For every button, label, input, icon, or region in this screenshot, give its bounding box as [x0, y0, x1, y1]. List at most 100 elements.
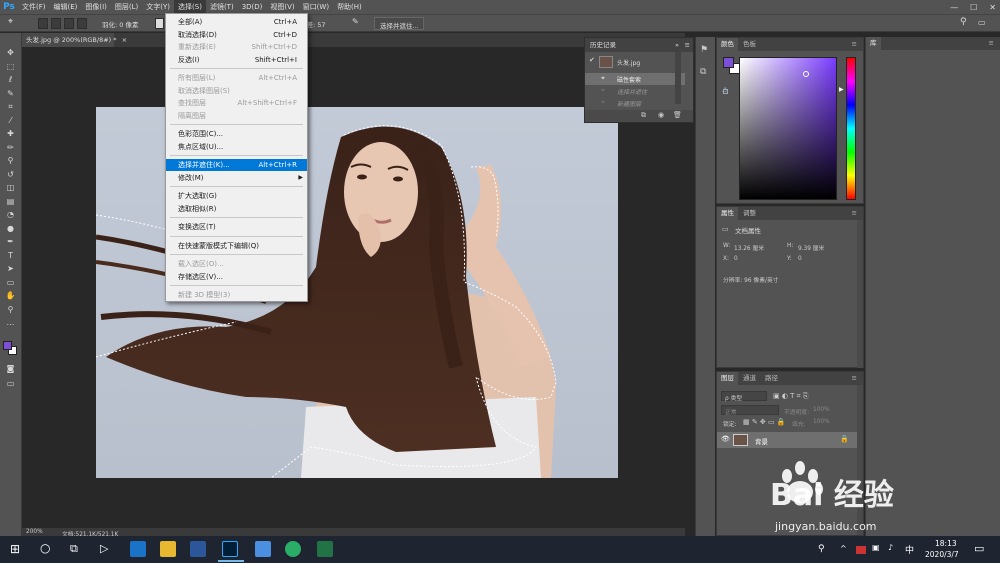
select-menu-item[interactable]: 在快速蒙版模式下编辑(Q) — [166, 240, 307, 252]
history-state[interactable]: ⌖ 磁性套索 — [585, 73, 685, 85]
tray-chevron-icon[interactable]: ^ — [840, 544, 847, 553]
toolbar-foreground-swatch[interactable] — [3, 341, 12, 350]
color-picker-cursor[interactable] — [803, 71, 809, 77]
tab-color[interactable]: 颜色 — [717, 38, 738, 51]
intersect-selection-icon[interactable] — [77, 18, 87, 29]
wechat-icon[interactable] — [285, 541, 301, 557]
pen-tool-icon[interactable]: ✒ — [4, 236, 17, 247]
adjust-icon[interactable]: ⧉ — [700, 67, 706, 77]
lasso-tool-icon[interactable]: ℓ — [4, 74, 17, 85]
select-menu-item[interactable]: 色彩范围(C)... — [166, 128, 307, 140]
layer-filter-select[interactable]: ρ 类型 — [721, 391, 767, 402]
select-menu-item[interactable]: 焦点区域(U)... — [166, 141, 307, 153]
y-value[interactable]: 0 — [798, 256, 802, 262]
select-menu-item[interactable]: 全部(A) Ctrl+A — [166, 16, 307, 28]
panel-menu-icon[interactable]: ≡ — [985, 37, 998, 50]
lock-icons[interactable]: ▦ ✎ ✥ ▭ 🔒 — [743, 418, 786, 426]
workspace-icon[interactable]: ▭ — [978, 18, 986, 27]
fill-value[interactable]: 100% — [813, 419, 830, 425]
menu-4[interactable]: 文字(Y) — [142, 0, 174, 14]
select-menu-item[interactable]: 载入选区(O)... — [166, 258, 307, 270]
notes-app-icon[interactable] — [255, 541, 271, 557]
feather-field[interactable]: 羽化: 0 像素 — [102, 19, 138, 29]
eraser-tool-icon[interactable]: ◫ — [4, 182, 17, 193]
clock-date[interactable]: 2020/3/7 — [925, 550, 959, 559]
new-selection-icon[interactable] — [38, 18, 48, 29]
tab-properties[interactable]: 属性 — [717, 207, 738, 220]
tab-libraries[interactable]: 库 — [866, 37, 881, 50]
marquee-tool-icon[interactable]: ⬚ — [4, 61, 17, 72]
minimize-icon[interactable]: — — [950, 3, 958, 12]
quick-select-tool-icon[interactable]: ✎ — [4, 88, 17, 99]
maximize-icon[interactable]: ☐ — [970, 3, 977, 12]
new-document-icon[interactable]: ⧉ — [641, 111, 646, 120]
menu-0[interactable]: 文件(F) — [18, 0, 50, 14]
eyedropper-tool-icon[interactable]: ⁄ — [4, 115, 17, 126]
select-menu-item[interactable]: 取消选择图层(S) — [166, 85, 307, 97]
tab-adjustments[interactable]: 调整 — [739, 207, 760, 220]
foreground-color-swatch[interactable] — [723, 57, 734, 68]
clock-time[interactable]: 18:13 — [935, 539, 957, 548]
history-icon[interactable]: ⚑ — [700, 45, 708, 55]
excel-app-icon[interactable] — [317, 541, 333, 557]
screen-mode-icon[interactable]: ▭ — [4, 378, 17, 389]
menu-5[interactable]: 选择(S) — [174, 0, 206, 14]
rectangle-tool-icon[interactable]: ▭ — [4, 277, 17, 288]
task-view-icon[interactable]: ⧉ — [70, 542, 78, 556]
search-icon[interactable]: ⚲ — [960, 17, 967, 27]
select-menu-item[interactable]: 新建 3D 模型(3) — [166, 289, 307, 301]
healing-brush-icon[interactable]: ✚ — [4, 128, 17, 139]
history-panel-title[interactable]: 历史记录 — [590, 41, 616, 49]
layer-name[interactable]: 背景 — [755, 436, 768, 446]
select-menu-item[interactable]: 选择并遮住(K)... Alt+Ctrl+R — [166, 159, 307, 171]
dodge-tool-icon[interactable]: ● — [4, 223, 17, 234]
select-menu-item[interactable]: 变换选区(T) — [166, 221, 307, 233]
select-menu-item[interactable]: 选取相似(R) — [166, 203, 307, 215]
menu-7[interactable]: 3D(D) — [238, 0, 267, 14]
select-menu-item[interactable]: 查找图层 Alt+Shift+Ctrl+F — [166, 97, 307, 109]
properties-scrollbar[interactable] — [857, 220, 863, 368]
tab-paths[interactable]: 路径 — [761, 372, 782, 385]
width-value[interactable]: 13.26 厘米 — [734, 243, 764, 252]
type-tool-icon[interactable]: T — [4, 250, 17, 261]
word-app-icon[interactable] — [190, 541, 206, 557]
menu-8[interactable]: 视图(V) — [266, 0, 298, 14]
select-menu-item[interactable]: 扩大选取(G) — [166, 190, 307, 202]
tab-channels[interactable]: 通道 — [739, 372, 760, 385]
add-selection-icon[interactable] — [51, 18, 61, 29]
menu-3[interactable]: 图层(L) — [111, 0, 142, 14]
notification-center-icon[interactable]: ▭ — [974, 542, 984, 555]
cortana-search-icon[interactable]: ○ — [40, 541, 50, 555]
close-tab-icon[interactable]: × — [122, 36, 127, 44]
document-tab[interactable]: 头发.jpg @ 200%(RGB/8#) * × — [22, 33, 127, 47]
hue-slider[interactable] — [846, 57, 856, 200]
panel-collapse-icon[interactable]: » — [675, 38, 679, 52]
filter-icons[interactable]: ▣ ◐ T ⌗ ⎘ — [773, 392, 808, 401]
height-value[interactable]: 9.39 厘米 — [798, 243, 824, 252]
select-menu-item[interactable]: 存储选区(V)... — [166, 271, 307, 283]
subtract-selection-icon[interactable] — [64, 18, 74, 29]
zoom-level[interactable]: 200% — [26, 529, 43, 535]
volume-icon[interactable]: ♪ — [888, 543, 893, 552]
zoom-tool-icon[interactable]: ⚲ — [4, 304, 17, 315]
people-icon[interactable]: ⚲ — [818, 544, 825, 554]
trash-icon[interactable]: 🗑 — [673, 111, 682, 119]
layer-row-background[interactable]: 👁 背景 🔒 — [717, 432, 857, 448]
network-icon[interactable]: ▣ — [872, 543, 880, 552]
tab-swatches[interactable]: 色板 — [739, 38, 760, 51]
blur-tool-icon[interactable]: ◔ — [4, 209, 17, 220]
quick-mask-icon[interactable]: ◙ — [4, 363, 17, 374]
history-state[interactable]: ⌖ 选择并遮住 — [585, 85, 685, 97]
panel-menu-icon[interactable]: ≡ — [848, 207, 861, 220]
close-icon[interactable]: ✕ — [989, 3, 996, 12]
history-scrollbar[interactable] — [675, 52, 681, 104]
history-state[interactable]: ⌖ 新建图层 — [585, 97, 685, 109]
media-app-icon[interactable]: ▷ — [100, 542, 108, 555]
select-menu-item[interactable]: 重新选择(E) Shift+Ctrl+D — [166, 41, 307, 53]
menu-6[interactable]: 滤镜(T) — [206, 0, 238, 14]
history-snapshot[interactable]: ✔ 头发.jpg — [585, 54, 685, 70]
pressure-icon[interactable]: ✎ — [352, 17, 359, 26]
select-menu-item[interactable]: 所有图层(L) Alt+Ctrl+A — [166, 72, 307, 84]
hand-tool-icon[interactable]: ✋ — [4, 290, 17, 301]
web-color-icon[interactable] — [723, 89, 728, 94]
